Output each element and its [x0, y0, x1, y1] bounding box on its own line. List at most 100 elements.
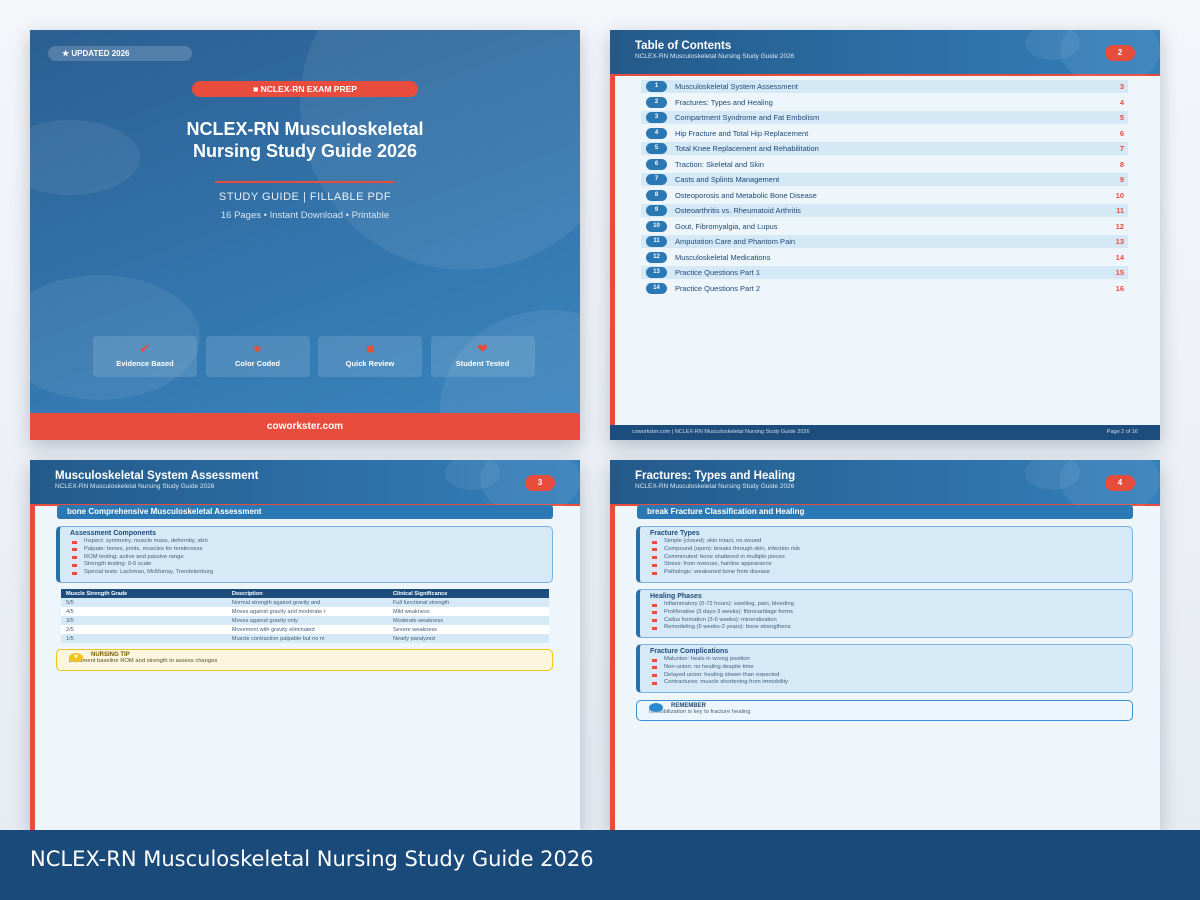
- page-footer: coworkster.com | NCLEX-RN Musculoskeleta…: [610, 425, 1160, 440]
- toc-item[interactable]: 1 Musculoskeletal System Assessment 3: [641, 80, 1128, 93]
- toc-number: 10: [646, 220, 667, 232]
- assessment-components-box: Assessment Components Inspect: symmetry,…: [56, 526, 553, 583]
- left-accent-strip: [610, 506, 615, 830]
- table-row: 1/5 Muscle contraction palpable but no mN…: [61, 634, 549, 643]
- toc-label: Practice Questions Part 2: [675, 283, 761, 293]
- feature-card: ★ Color Coded: [205, 336, 310, 377]
- toc-page: 5: [1119, 113, 1124, 122]
- toc-number: 11: [646, 236, 667, 247]
- list-item: Special tests: Lachman, McMurray, Trende…: [70, 569, 542, 577]
- info-box: Fracture Types Simple (closed): skin inta…: [636, 526, 1133, 583]
- table-cell: 3/5: [61, 616, 227, 625]
- toc-number: 13: [646, 267, 667, 278]
- table-row: 3/5 Moves against gravity only Moderate we…: [61, 616, 549, 625]
- toc-page: 14: [1115, 252, 1124, 262]
- table-cell: Severe weakness: [387, 625, 549, 634]
- list-item: Proliferative (3 days-3 weeks): fibrocar…: [650, 609, 1122, 617]
- toc-item[interactable]: 10 Gout, Fibromyalgia, and Lupus 12: [641, 220, 1128, 233]
- toc-page: 15: [1115, 268, 1124, 277]
- cover-title: NCLEX-RN Musculoskeletal Nursing Study Gu…: [186, 119, 424, 161]
- cover-subtitle: STUDY GUIDE | FILLABLE PDF: [218, 191, 392, 203]
- tip-text: Document baseline ROM and strength to as…: [69, 658, 218, 664]
- star-icon: ★: [251, 341, 264, 356]
- table-cell: Moderate weakness: [387, 616, 549, 625]
- table-cell: 5/5: [61, 598, 227, 607]
- toc-page: 11: [1116, 206, 1124, 215]
- toc-item[interactable]: 8 Osteoporosis and Metabolic Bone Disease…: [641, 189, 1128, 202]
- assessment-page: Musculoskeletal System Assessment NCLEX-…: [30, 460, 580, 830]
- toc-number: 3: [646, 112, 667, 123]
- page-subtitle: NCLEX-RN Musculoskeletal Nursing Study G…: [635, 53, 795, 60]
- list-item: Palpate: bones, joints, muscles for tend…: [70, 546, 542, 554]
- page-title: Musculoskeletal System Assessment: [55, 470, 259, 482]
- list-item: Callus formation (3-6 weeks): mineraliza…: [650, 617, 1122, 625]
- table-cell: 2/5: [61, 625, 227, 634]
- toc-item[interactable]: 2 Fractures: Types and Healing 4: [641, 96, 1128, 109]
- list-item: Remodeling (6 weeks-2 years): bone stren…: [650, 624, 1122, 632]
- toc-item[interactable]: 3 Compartment Syndrome and Fat Embolism 5: [641, 111, 1128, 124]
- exam-prep-pill: ■ NCLEX-RN EXAM PREP: [192, 81, 418, 97]
- list-item: Inspect: symmetry, muscle mass, deformit…: [70, 538, 542, 546]
- toc-page: 9: [1119, 175, 1124, 184]
- list-item: Simple (closed): skin intact, no wound: [650, 538, 1122, 546]
- toc-page: 16: [1115, 283, 1124, 293]
- list-item: ROM testing: active and passive range: [70, 554, 542, 562]
- divider: [215, 181, 395, 183]
- bullet-list: Inflammatory (0-72 hours): swelling, pai…: [650, 601, 1122, 632]
- toc-number: 14: [646, 282, 667, 294]
- toc-page: 13: [1115, 237, 1124, 246]
- info-box: Fracture Complications Malunion: heals in…: [636, 644, 1133, 693]
- table-cell: Moves against gravity and moderate r: [226, 607, 388, 616]
- page-title: Fractures: Types and Healing: [635, 470, 796, 482]
- toc-label: Practice Questions Part 1: [675, 268, 761, 277]
- list-item: Stress: from overuse, hairline appearanc…: [650, 561, 1122, 569]
- section-header: break Fracture Classification and Healin…: [637, 505, 1133, 519]
- toc-item[interactable]: 7 Casts and Splints Management 9: [641, 173, 1128, 186]
- box-heading: Fracture Types: [650, 530, 700, 537]
- table-cell: 1/5: [61, 634, 227, 643]
- cover-meta: 16 Pages • Instant Download • Printable: [220, 210, 390, 221]
- updated-badge: ★ UPDATED 2026: [48, 46, 192, 61]
- page-number-badge: 3: [525, 475, 555, 491]
- toc-page: 6: [1119, 128, 1124, 138]
- toc-item[interactable]: 5 Total Knee Replacement and Rehabilitati…: [641, 142, 1128, 155]
- table-cell: Movement with gravity eliminated: [226, 625, 388, 634]
- table-cell: Normal strength against gravity and: [226, 598, 388, 607]
- toc-label: Osteoarthritis vs. Rheumatoid Arthritis: [675, 206, 801, 215]
- muscle-strength-table: Muscle Strength Grade Description Clinical…: [61, 589, 549, 643]
- table-cell: Muscle contraction palpable but no m: [226, 634, 388, 643]
- list-item: Strength testing: 0-5 scale: [70, 561, 542, 569]
- toc-number: 4: [646, 127, 667, 139]
- page-header: Fractures: Types and Healing NCLEX-RN Mu…: [610, 460, 1160, 515]
- page-number-badge: 4: [1105, 475, 1135, 491]
- caption-bar: NCLEX-RN Musculoskeletal Nursing Study G…: [0, 830, 1200, 900]
- feature-card: ■ Quick Review: [318, 336, 422, 377]
- list-item: Inflammatory (0-72 hours): swelling, pai…: [650, 601, 1122, 609]
- toc-item[interactable]: 11 Amputation Care and Phantom Pain 13: [641, 235, 1128, 248]
- toc-item[interactable]: 13 Practice Questions Part 1 15: [641, 266, 1128, 279]
- toc-item[interactable]: 6 Traction: Skeletal and Skin 8: [641, 158, 1128, 171]
- toc-label: Osteoporosis and Metabolic Bone Disease: [675, 190, 817, 200]
- heart-icon: ❤: [477, 341, 488, 356]
- toc-page: 12: [1115, 221, 1124, 231]
- list-item: Pathologic: weakened bone from disease: [650, 569, 1122, 577]
- toc-item[interactable]: 4 Hip Fracture and Total Hip Replacement 6: [641, 127, 1128, 140]
- feature-label: Color Coded: [235, 359, 280, 368]
- remember-callout: REMEMBER Immobilization is key to fractu…: [636, 700, 1133, 721]
- bullet-list: Simple (closed): skin intact, no wound Co…: [650, 538, 1122, 577]
- check-icon: ✔: [139, 341, 151, 356]
- toc-item[interactable]: 12 Musculoskeletal Medications 14: [641, 251, 1128, 264]
- toc-label: Compartment Syndrome and Fat Embolism: [675, 113, 820, 122]
- page-header: Musculoskeletal System Assessment NCLEX-…: [30, 460, 580, 515]
- left-accent-strip: [30, 506, 35, 830]
- fractures-page: Fractures: Types and Healing NCLEX-RN Mu…: [610, 460, 1160, 830]
- toc-label: Traction: Skeletal and Skin: [675, 159, 764, 169]
- cover-footer: coworkster.com: [30, 413, 580, 440]
- page-subtitle: NCLEX-RN Musculoskeletal Nursing Study G…: [55, 483, 215, 490]
- toc-item[interactable]: 14 Practice Questions Part 2 16: [641, 282, 1128, 295]
- toc-item[interactable]: 9 Osteoarthritis vs. Rheumatoid Arthritis…: [641, 204, 1128, 217]
- cover-page: ★ UPDATED 2026 ■ NCLEX-RN EXAM PREP NCLE…: [30, 30, 580, 440]
- feature-label: Evidence Based: [116, 359, 174, 368]
- toc-label: Fractures: Types and Healing: [675, 97, 773, 107]
- toc-page: 10: [1115, 190, 1124, 200]
